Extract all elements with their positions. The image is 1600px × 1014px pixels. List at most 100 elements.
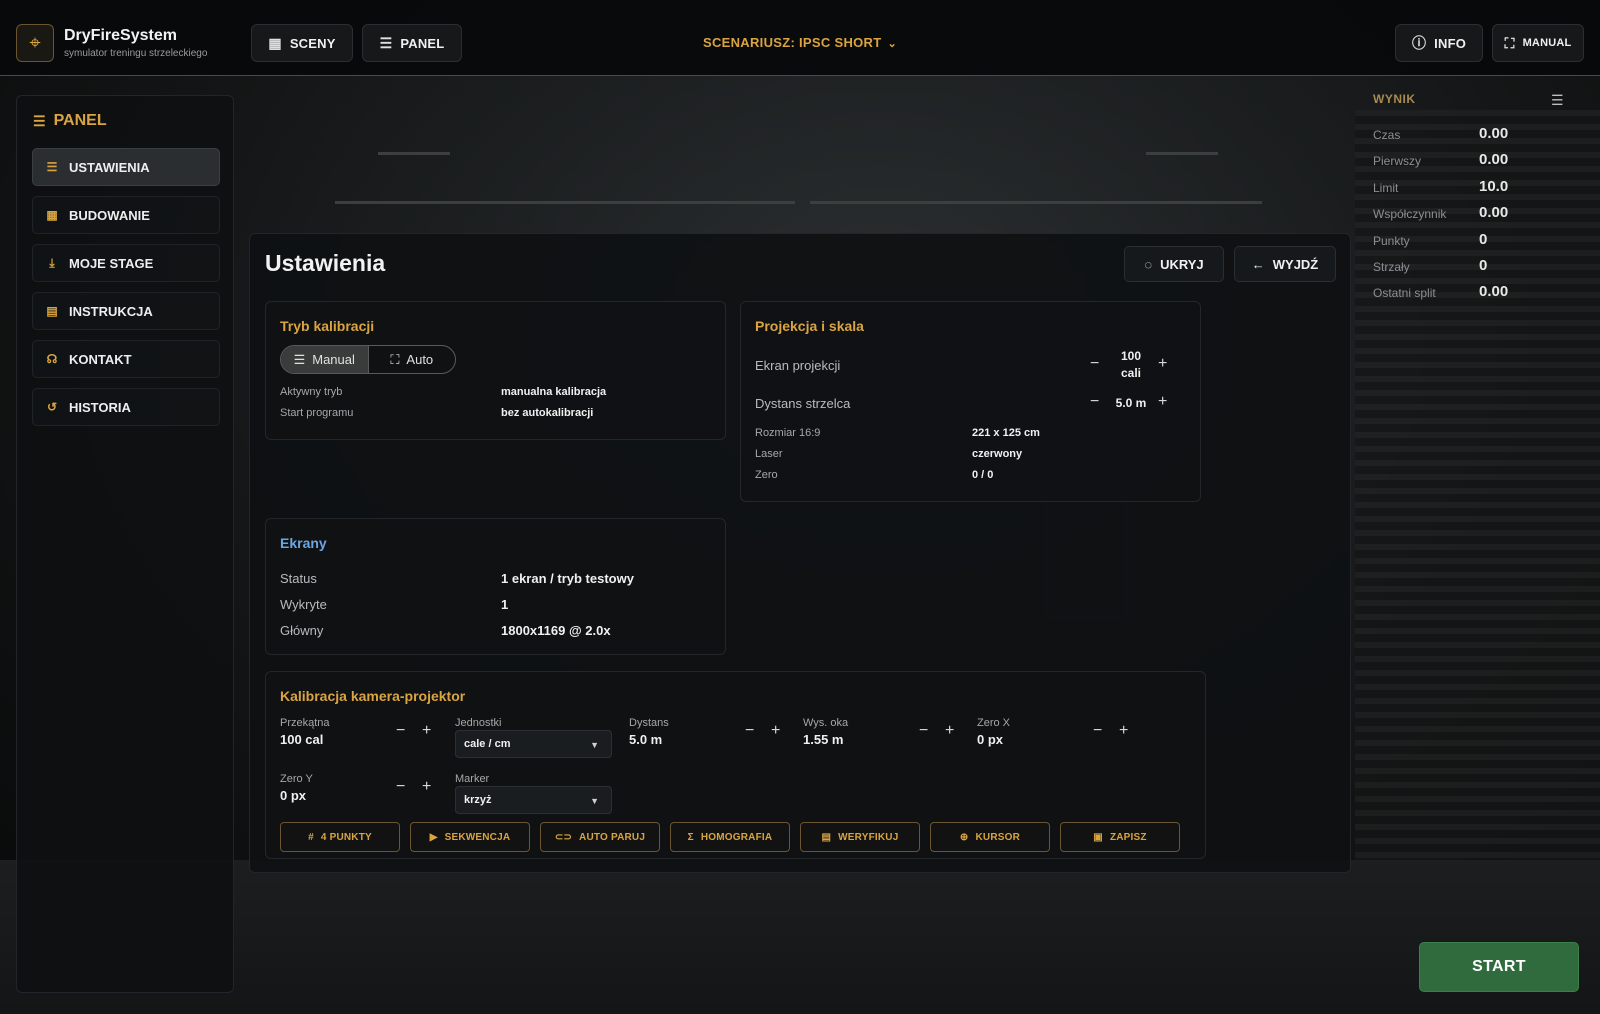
units-select[interactable]: cale / cm ▼	[455, 730, 612, 758]
grid-icon: ▦	[46, 208, 58, 222]
sidebar-item-label: INSTRUKCJA	[69, 303, 153, 319]
shooter-distance-label: Dystans strzelca	[755, 396, 851, 411]
exit-button[interactable]: ← WYJDŹ	[1234, 246, 1336, 282]
sequence-button[interactable]: ▶ SEKWENCJA	[410, 822, 530, 852]
eye-height-value: 1.55 m	[803, 732, 844, 747]
sidebar-item-historia[interactable]: ↺ HISTORIA	[32, 388, 220, 426]
top-bar: ⌖ DryFireSystem symulator treningu strze…	[0, 0, 1600, 76]
download-icon: ⤓	[49, 255, 55, 270]
decrement-button[interactable]: −	[745, 722, 754, 740]
status-value: 1 ekran / tryb testowy	[501, 571, 634, 586]
four-points-button[interactable]: # 4 PUNKTY	[280, 822, 400, 852]
wynik-row: Strzały 0	[1373, 257, 1573, 277]
sidebar-item-moje-stage[interactable]: ⤓ MOJE STAGE	[32, 244, 220, 282]
headset-icon: ☊	[46, 352, 58, 366]
decrement-button[interactable]: −	[396, 778, 405, 796]
save-button[interactable]: ▣ ZAPISZ	[1060, 822, 1180, 852]
increment-button[interactable]: +	[771, 722, 780, 740]
distance-value: 5.0 m	[629, 732, 663, 747]
detected-value: 1	[501, 597, 509, 612]
ceiling-rail	[335, 201, 795, 204]
verify-button[interactable]: ▤ WERYFIKUJ	[800, 822, 920, 852]
decrement-button[interactable]: −	[919, 722, 928, 740]
shooter-distance-value: 5.0 m	[1115, 396, 1147, 410]
app-name: DryFireSystem	[64, 27, 177, 44]
marker-select[interactable]: krzyż ▼	[455, 786, 612, 814]
zero-value: 0 / 0	[972, 469, 994, 481]
page-title: Ustawienia	[265, 250, 386, 276]
chevron-down-icon: ⌄	[887, 38, 898, 50]
wynik-label: Czas	[1373, 128, 1401, 142]
manual-button[interactable]: ⛶ MANUAL	[1492, 24, 1584, 62]
increment-button[interactable]: +	[422, 722, 431, 740]
screen-size-value-unit: cali	[1120, 366, 1141, 380]
exit-label: WYJDŹ	[1272, 256, 1319, 272]
mode-option-manual[interactable]: ☰ Manual	[281, 346, 368, 373]
sidebar-item-budowanie[interactable]: ▦ BUDOWANIE	[32, 196, 220, 234]
mode-option-auto[interactable]: ⛶ Auto	[367, 346, 456, 373]
units-select-value: cale / cm	[464, 738, 511, 750]
sidebar-item-label: KONTAKT	[69, 351, 132, 367]
settings-panel: Ustawienia ◌ UKRYJ ← WYJDŹ Tryb kalibrac…	[249, 233, 1351, 873]
decrement-button[interactable]: −	[1090, 355, 1099, 373]
scan-icon: ⛶	[1504, 34, 1515, 51]
sidebar-item-label: MOJE STAGE	[69, 255, 154, 271]
increment-button[interactable]: +	[1119, 722, 1128, 740]
sliders-icon: ☰	[293, 351, 306, 367]
status-label: Status	[280, 571, 317, 586]
decrement-button[interactable]: −	[396, 722, 405, 740]
distance-label: Dystans	[629, 717, 669, 729]
card-title: Tryb kalibracji	[280, 318, 375, 334]
decrement-button[interactable]: −	[1093, 722, 1102, 740]
increment-button[interactable]: +	[422, 778, 431, 796]
decrement-button[interactable]: −	[1090, 393, 1099, 411]
wynik-panel: WYNIK ☰ Czas 0.00 Pierwszy 0.00 Limit 10…	[1373, 92, 1573, 300]
mode-option-label: Auto	[406, 352, 434, 367]
sceny-label: SCENY	[289, 35, 336, 51]
hide-button[interactable]: ◌ UKRYJ	[1124, 246, 1224, 282]
homography-button[interactable]: Σ HOMOGRAFIA	[670, 822, 790, 852]
wynik-label: Punkty	[1373, 234, 1410, 248]
action-label: AUTO PARUJ	[579, 831, 646, 843]
sceny-button[interactable]: ▦ SCENY	[251, 24, 353, 62]
crosshair-icon: ⊕	[959, 831, 969, 843]
action-label: SEKWENCJA	[444, 831, 511, 843]
cursor-button[interactable]: ⊕ KURSOR	[930, 822, 1050, 852]
wynik-value: 0.00	[1479, 204, 1509, 221]
increment-button[interactable]: +	[945, 722, 954, 740]
program-start-label: Start programu	[280, 407, 354, 419]
projection-card: Projekcja i skala Ekran projekcji − 100 …	[740, 301, 1201, 502]
eye-off-icon: ◌	[1144, 256, 1153, 272]
book-icon: ▤	[46, 304, 58, 318]
size-value: 221 x 125 cm	[972, 427, 1040, 439]
wynik-value: 0	[1479, 231, 1488, 248]
sidebar-item-instrukcja[interactable]: ▤ INSTRUKCJA	[32, 292, 220, 330]
main-screen-value: 1800x1169 @ 2.0x	[501, 623, 611, 638]
increment-button[interactable]: +	[1158, 355, 1167, 373]
info-icon: ⓘ	[1411, 35, 1427, 51]
wynik-value: 0.00	[1479, 151, 1509, 168]
mode-option-label: Manual	[312, 352, 355, 367]
crosshair-logo-icon: ⌖	[16, 24, 54, 62]
sidebar-item-kontakt[interactable]: ☊ KONTAKT	[32, 340, 220, 378]
scenario-dropdown[interactable]: SCENARIUSZ: IPSC SHORT ⌄	[680, 35, 920, 50]
history-icon: ↺	[46, 400, 58, 414]
wynik-label: Limit	[1373, 181, 1399, 195]
increment-button[interactable]: +	[1158, 393, 1167, 411]
start-button[interactable]: START	[1419, 942, 1579, 992]
sidebar-item-ustawienia[interactable]: ☰ USTAWIENIA	[32, 148, 220, 186]
info-button[interactable]: ⓘ INFO	[1395, 24, 1483, 62]
program-start-value: bez autokalibracji	[501, 407, 594, 419]
wynik-label: Ostatni split	[1373, 286, 1436, 300]
grid-icon: ▦	[268, 34, 282, 51]
arrow-left-icon: ←	[1251, 256, 1265, 272]
sidebar-item-label: BUDOWANIE	[69, 207, 150, 223]
settings-sliders-icon[interactable]: ☰	[1551, 92, 1564, 109]
panel-button[interactable]: ☰ PANEL	[362, 24, 462, 62]
card-title: Kalibracja kamera-projektor	[280, 688, 466, 704]
range-floor	[0, 860, 1600, 1014]
zero-x-label: Zero X	[977, 717, 1011, 729]
diagonal-value: 100 cal	[280, 732, 324, 747]
auto-pair-button[interactable]: ⊂⊃ AUTO PARUJ	[540, 822, 660, 852]
zero-y-label: Zero Y	[280, 773, 313, 785]
